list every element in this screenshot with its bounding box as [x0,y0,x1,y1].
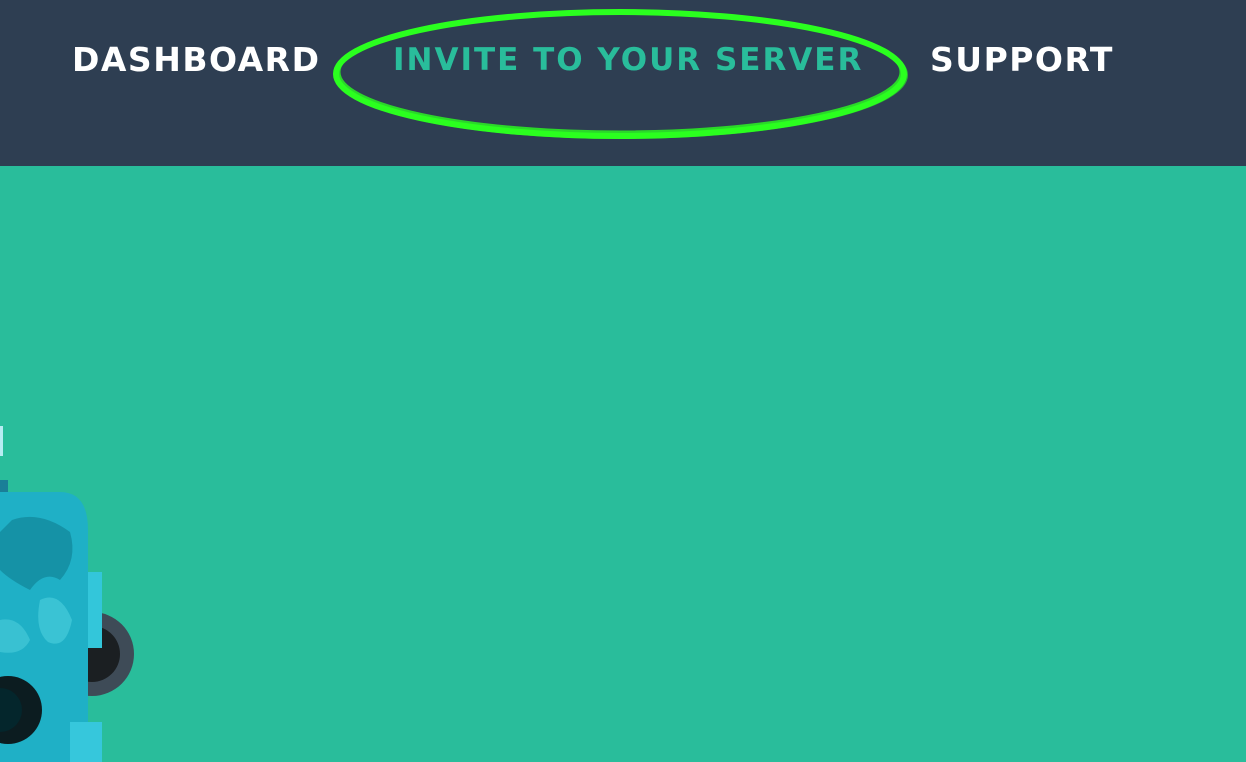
hero-section [0,166,1246,762]
nav-link-invite-to-server[interactable]: INVITE TO YOUR SERVER [393,38,863,82]
nav-link-dashboard[interactable]: DASHBOARD [72,38,320,82]
robot-mascot-icon [0,426,134,762]
nav-link-support[interactable]: SUPPORT [930,38,1114,82]
page: DASHBOARD INVITE TO YOUR SERVER SUPPORT [0,0,1246,762]
top-navbar: DASHBOARD INVITE TO YOUR SERVER SUPPORT [0,0,1246,166]
